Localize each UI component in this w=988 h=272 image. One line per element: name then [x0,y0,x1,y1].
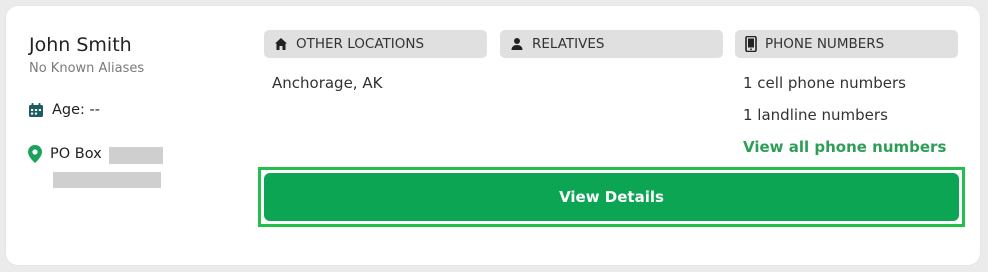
address-prefix: PO Box [50,146,102,162]
phone-numbers-title: PHONE NUMBERS [765,36,885,52]
mobile-phone-icon [745,36,757,52]
view-details-button[interactable]: View Details [264,173,959,221]
other-locations-title: OTHER LOCATIONS [296,36,425,52]
home-icon [274,37,288,51]
other-locations-header: OTHER LOCATIONS [264,30,487,58]
person-result-card: John Smith No Known Aliases Age: -- PO B… [6,6,980,265]
age-row: Age: -- [28,102,100,118]
relatives-title: RELATIVES [532,36,605,52]
landline-count: 1 landline numbers [743,106,888,124]
person-name[interactable]: John Smith [29,34,132,56]
person-icon [510,37,524,51]
aliases-text: No Known Aliases [29,61,145,76]
view-all-phones-link[interactable]: View all phone numbers [743,138,946,156]
redacted-address-line-1 [109,147,163,164]
address-row: PO Box [28,145,102,163]
relatives-header: RELATIVES [500,30,723,58]
location-item: Anchorage, AK [272,74,383,92]
map-pin-icon [28,145,42,163]
phone-numbers-header: PHONE NUMBERS [735,30,958,58]
cell-phone-count: 1 cell phone numbers [743,74,906,92]
redacted-address-line-2 [53,172,161,188]
calendar-icon [28,102,44,118]
age-label: Age: -- [52,102,101,118]
